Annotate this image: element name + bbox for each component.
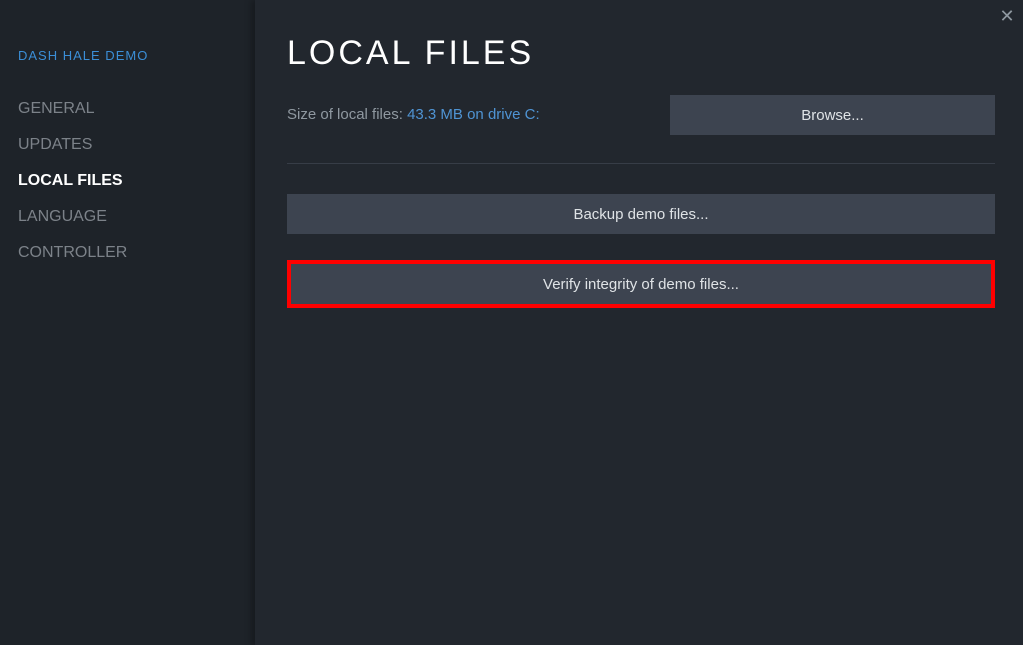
size-text-wrapper: Size of local files: 43.3 MB on drive C: (287, 106, 540, 124)
sidebar-item-controller[interactable]: CONTROLLER (18, 235, 255, 271)
sidebar-item-updates[interactable]: UPDATES (18, 127, 255, 163)
verify-highlight: Verify integrity of demo files... (287, 260, 995, 308)
verify-button[interactable]: Verify integrity of demo files... (291, 264, 991, 304)
size-label: Size of local files: (287, 106, 407, 123)
sidebar-item-general[interactable]: GENERAL (18, 91, 255, 127)
page-title: LOCAL FILES (287, 34, 995, 73)
browse-button[interactable]: Browse... (670, 95, 995, 135)
close-icon[interactable]: ✕ (997, 6, 1017, 26)
sidebar-title: DASH HALE DEMO (18, 48, 255, 63)
backup-button[interactable]: Backup demo files... (287, 194, 995, 234)
sidebar-item-language[interactable]: LANGUAGE (18, 199, 255, 235)
sidebar: DASH HALE DEMO GENERAL UPDATES LOCAL FIL… (0, 0, 255, 645)
main-panel: ✕ LOCAL FILES Size of local files: 43.3 … (255, 0, 1023, 645)
divider (287, 163, 995, 164)
sidebar-item-local-files[interactable]: LOCAL FILES (18, 163, 255, 199)
size-row: Size of local files: 43.3 MB on drive C:… (287, 95, 995, 135)
size-value-link[interactable]: 43.3 MB on drive C: (407, 106, 540, 123)
